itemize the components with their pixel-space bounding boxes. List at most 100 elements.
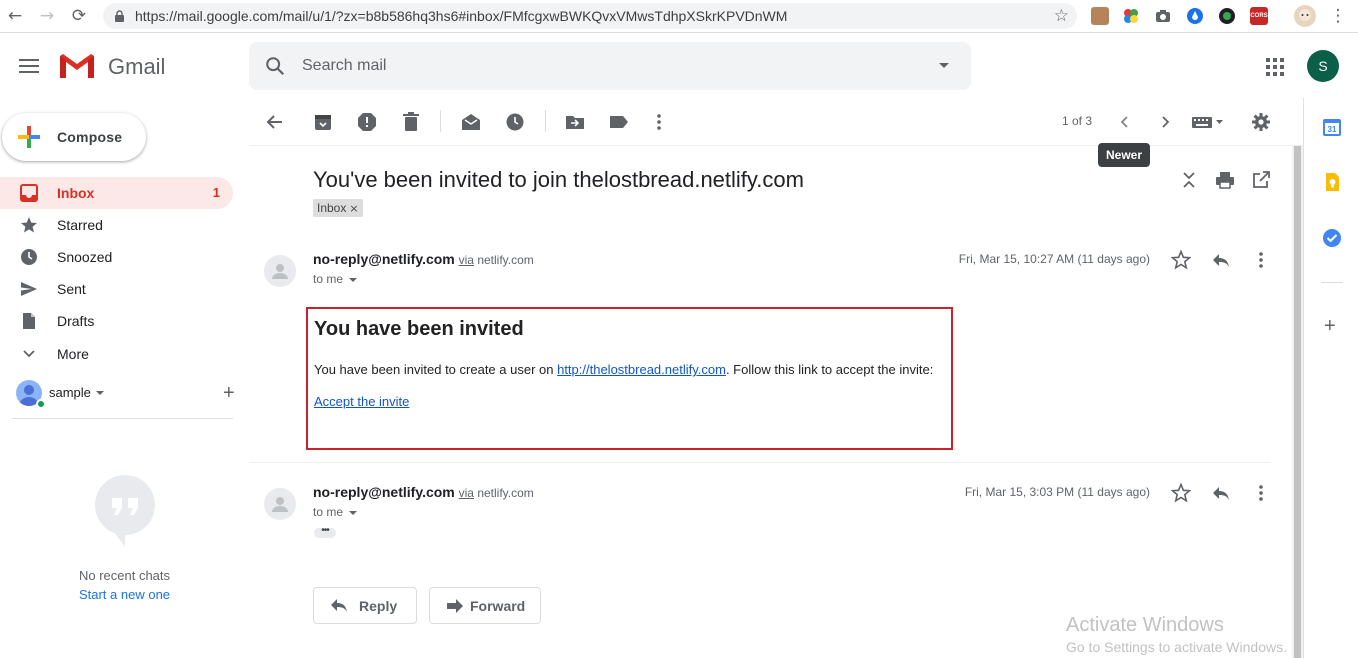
sidebar-item-sent[interactable]: Sent <box>0 273 233 305</box>
svg-text:31: 31 <box>1328 125 1337 134</box>
sender-name[interactable]: no-reply@netlify.com via netlify.com <box>313 484 534 500</box>
sender-avatar <box>264 255 296 287</box>
show-trimmed-content-button[interactable]: ••• <box>314 526 336 538</box>
browser-toolbar: ← → ⟳ https://mail.google.com/mail/u/1/?… <box>0 0 1358 33</box>
forward-button[interactable]: Forward <box>429 587 541 624</box>
move-to-icon[interactable] <box>565 112 585 132</box>
recipients-toggle[interactable]: to me <box>313 272 358 286</box>
calendar-icon[interactable]: 31 <box>1322 117 1342 137</box>
email-body-title: You have been invited <box>314 318 524 340</box>
gmail-logo[interactable] <box>58 52 96 80</box>
recipients-caret-icon <box>349 510 358 515</box>
browser-menu-icon[interactable]: ⋮ <box>1328 6 1348 26</box>
message-divider <box>249 462 1271 463</box>
message-header[interactable]: no-reply@netlify.com via netlify.com to … <box>249 473 1273 543</box>
toolbar-divider <box>440 110 441 132</box>
back-to-inbox-icon[interactable] <box>265 112 285 132</box>
bookmark-star-icon[interactable]: ☆ <box>1054 6 1069 26</box>
dark-extension-icon[interactable] <box>1218 7 1236 25</box>
chevron-left-icon[interactable] <box>1115 112 1135 132</box>
recipients-caret-icon <box>349 277 358 282</box>
address-bar[interactable]: https://mail.google.com/mail/u/1/?zx=b8b… <box>103 3 1077 29</box>
snooze-icon[interactable] <box>505 112 525 132</box>
site-link[interactable]: http://thelostbread.netlify.com <box>557 362 726 377</box>
message-more-icon[interactable] <box>1251 483 1271 503</box>
drop-extension-icon[interactable] <box>1186 7 1204 25</box>
message-more-icon[interactable] <box>1251 250 1271 270</box>
hangouts-user[interactable]: sample + <box>16 380 236 409</box>
toolbar-divider <box>545 110 546 132</box>
back-icon[interactable]: ← <box>5 6 25 26</box>
search-options-icon[interactable] <box>939 63 949 68</box>
new-conversation-plus-icon[interactable]: + <box>223 383 235 403</box>
compose-button[interactable]: Compose <box>2 113 146 161</box>
message-header[interactable]: no-reply@netlify.com via netlify.com to … <box>249 240 1273 300</box>
sender-name[interactable]: no-reply@netlify.com via netlify.com <box>313 251 534 267</box>
unread-count: 1 <box>212 185 220 200</box>
report-spam-icon[interactable] <box>357 112 377 132</box>
profile-avatar-icon[interactable] <box>1294 5 1316 27</box>
start-new-chat-link[interactable]: Start a new one <box>0 587 249 602</box>
recipients-toggle[interactable]: to me <box>313 505 358 519</box>
user-caret-icon[interactable] <box>96 391 104 395</box>
archive-icon[interactable] <box>313 112 333 132</box>
remove-label-icon[interactable]: × <box>349 202 358 215</box>
message-date: Fri, Mar 15, 10:27 AM (11 days ago) <box>958 252 1150 266</box>
color-picker-extension-icon[interactable] <box>1122 7 1140 25</box>
sidebar-item-inbox[interactable]: Inbox 1 <box>0 177 233 209</box>
forward-icon[interactable]: → <box>37 6 57 26</box>
google-apps-icon[interactable] <box>1266 58 1284 76</box>
more-options-icon[interactable] <box>649 112 669 132</box>
inbox-label-chip[interactable]: Inbox × <box>313 199 363 217</box>
sidebar-item-label: Starred <box>57 217 103 233</box>
main-scrollbar[interactable] <box>1292 146 1303 658</box>
delete-icon[interactable] <box>401 112 421 132</box>
chevron-down-icon <box>23 350 35 358</box>
account-avatar[interactable]: S <box>1307 50 1339 82</box>
gmail-header: Gmail Search mail S <box>0 34 1358 98</box>
sidebar-divider <box>12 418 233 419</box>
open-new-window-icon[interactable] <box>1251 170 1271 190</box>
reload-icon[interactable]: ⟳ <box>69 6 89 26</box>
star-message-icon[interactable] <box>1171 250 1191 270</box>
sidebar-item-snoozed[interactable]: Snoozed <box>0 241 233 273</box>
hangouts-user-name: sample <box>49 385 91 400</box>
reply-button[interactable]: Reply <box>313 587 417 624</box>
email-subject: You've been invited to join thelostbread… <box>313 167 804 192</box>
reply-icon[interactable] <box>1211 483 1231 503</box>
no-chats-text: No recent chats <box>78 568 171 583</box>
clock-icon <box>21 249 37 265</box>
label-text: Inbox <box>317 201 347 215</box>
accept-invite-link[interactable]: Accept the invite <box>314 394 409 409</box>
print-icon[interactable] <box>1215 170 1235 190</box>
tasks-icon[interactable] <box>1322 228 1342 248</box>
star-icon <box>21 217 37 233</box>
search-icon[interactable] <box>264 55 286 77</box>
main-menu-icon[interactable] <box>19 59 39 73</box>
sidebar-item-label: Snoozed <box>57 249 113 265</box>
label-icon[interactable] <box>609 112 629 132</box>
search-input[interactable]: Search mail <box>302 57 386 75</box>
get-addons-plus-icon[interactable]: + <box>1324 316 1336 336</box>
mark-unread-icon[interactable] <box>461 112 481 132</box>
url-text[interactable]: https://mail.google.com/mail/u/1/?zx=b8b… <box>135 8 787 24</box>
sidebar-item-label: Sent <box>57 281 86 297</box>
camera-extension-icon[interactable] <box>1154 7 1172 25</box>
pdf-extension-icon[interactable] <box>1091 7 1109 25</box>
sidebar-item-more[interactable]: More <box>0 338 233 370</box>
cors-extension-icon[interactable]: CORS <box>1250 7 1268 25</box>
scrollbar-thumb[interactable] <box>1294 146 1301 658</box>
settings-gear-icon[interactable] <box>1251 112 1271 132</box>
side-panel-divider <box>1321 282 1343 283</box>
collapse-all-icon[interactable] <box>1179 170 1199 190</box>
email-body-highlight: You have been invited You have been invi… <box>306 307 953 450</box>
chevron-right-icon[interactable] <box>1155 112 1175 132</box>
star-message-icon[interactable] <box>1171 483 1191 503</box>
input-tools-icon[interactable] <box>1191 112 1225 132</box>
sidebar-item-drafts[interactable]: Drafts <box>0 305 233 337</box>
search-bar[interactable]: Search mail <box>249 42 971 90</box>
sidebar-item-starred[interactable]: Starred <box>0 209 233 241</box>
keep-icon[interactable] <box>1322 172 1342 192</box>
reply-icon[interactable] <box>1211 250 1231 270</box>
forward-label: Forward <box>470 598 526 614</box>
